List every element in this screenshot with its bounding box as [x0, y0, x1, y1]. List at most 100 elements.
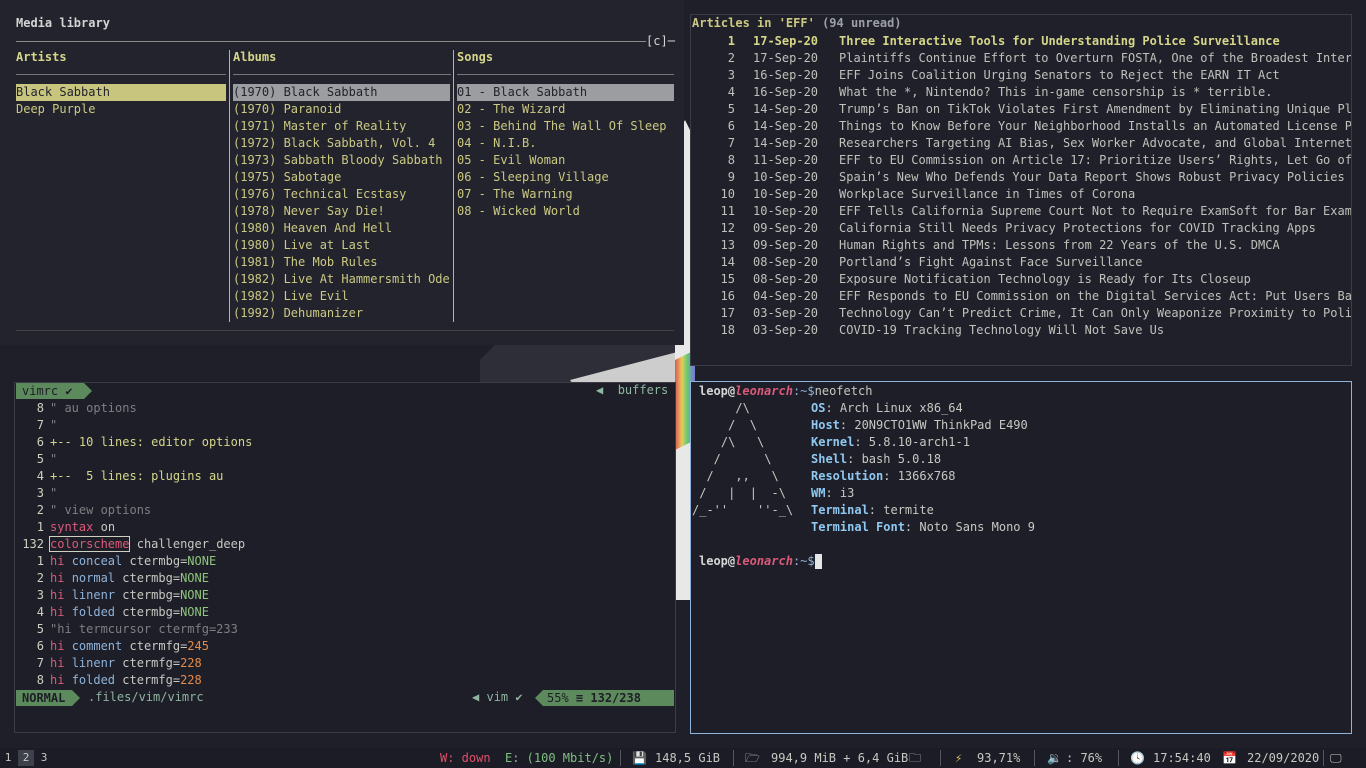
article-row[interactable]: 2 17-Sep-20 Plaintiffs Continue Effort to …	[691, 50, 1351, 67]
article-row[interactable]: 5 14-Sep-20 Trump’s Ban on TikTok Violates…	[691, 101, 1351, 118]
vim-line[interactable]: 1 hi conceal ctermbg=NONE	[14, 553, 674, 570]
article-row[interactable]: 13 09-Sep-20 Human Rights and TPMs: Lesson…	[691, 237, 1351, 254]
vim-token: NONE	[180, 605, 209, 619]
albums-list-item[interactable]: (1970) Black Sabbath	[233, 84, 450, 101]
article-row[interactable]: 15 08-Sep-20 Exposure Notification Technol…	[691, 271, 1351, 288]
vim-line[interactable]: 8 hi folded ctermfg=228	[14, 672, 674, 689]
article-title: Technology Can’t Predict Crime, It Can O…	[839, 306, 1351, 320]
vim-line[interactable]: 3 "	[14, 485, 674, 502]
songs-list-item[interactable]: 08 - Wicked World	[457, 203, 674, 220]
article-row[interactable]: 16 04-Sep-20 EFF Responds to EU Commission…	[691, 288, 1351, 305]
albums-list-item[interactable]: (1971) Master of Reality	[233, 118, 450, 135]
vim-line[interactable]: 7 hi linenr ctermfg=228	[14, 655, 674, 672]
article-row[interactable]: 1 17-Sep-20 Three Interactive Tools for Un…	[691, 33, 1351, 50]
article-date: 10-Sep-20	[753, 204, 819, 218]
neofetch-value: : 1366x768	[883, 469, 956, 483]
terminal-prompt-line[interactable]: leop@leonarch:~$	[699, 553, 822, 570]
vim-line[interactable]: 2 hi normal ctermbg=NONE	[14, 570, 674, 587]
article-row[interactable]: 3 16-Sep-20 EFF Joins Coalition Urging Sen…	[691, 67, 1351, 84]
vim-line-number: 3	[36, 486, 44, 500]
vim-line[interactable]: 4 +-- 5 lines: plugins au	[14, 468, 674, 485]
article-row[interactable]: 8 11-Sep-20 EFF to EU Commission on Articl…	[691, 152, 1351, 169]
speaker-icon[interactable]: 🔉	[1047, 750, 1062, 766]
article-row[interactable]: 18 03-Sep-20 COVID-19 Tracking Technology …	[691, 322, 1351, 339]
albums-list-item[interactable]: (1980) Heaven And Hell	[233, 220, 450, 237]
artists-list-item[interactable]: Black Sabbath	[16, 84, 226, 101]
albums-list-item[interactable]: (1982) Live At Hammersmith Odeo	[233, 271, 450, 288]
songs-list-item[interactable]: 05 - Evil Woman	[457, 152, 674, 169]
vim-filetype: ◀ vim ✔	[472, 690, 523, 704]
vim-buffers-indicator[interactable]: ◀ buffers	[596, 383, 668, 397]
albums-list-item[interactable]: (1982) Live Evil	[233, 288, 450, 305]
article-row[interactable]: 11 10-Sep-20 EFF Tells California Supreme …	[691, 203, 1351, 220]
neofetch-logo-line: / | | -\	[692, 486, 786, 500]
neofetch-value: : Arch Linux x86_64	[825, 401, 963, 415]
article-title: EFF Responds to EU Commission on the Dig…	[839, 289, 1351, 303]
media-library-tag: [c]─	[646, 34, 675, 48]
vim-token: folded	[71, 605, 116, 619]
volume-level: : 76%	[1066, 751, 1103, 765]
article-date: 16-Sep-20	[753, 85, 819, 99]
vim-line[interactable]: 5 "hi termcursor ctermfg=233	[14, 621, 674, 638]
vim-line-number: 2	[36, 503, 44, 517]
workspace-3[interactable]: 3	[36, 750, 52, 766]
clock-date: 22/09/2020	[1247, 751, 1320, 765]
vim-tab[interactable]: vimrc ✔	[16, 383, 84, 399]
article-row[interactable]: 7 14-Sep-20 Researchers Targeting AI Bias,…	[691, 135, 1351, 152]
songs-list-item[interactable]: 01 - Black Sabbath	[457, 84, 674, 101]
article-row[interactable]: 14 08-Sep-20 Portland’s Fight Against Face…	[691, 254, 1351, 271]
article-date: 09-Sep-20	[753, 238, 819, 252]
albums-list-item[interactable]: (1981) The Mob Rules	[233, 254, 450, 271]
workspace-2[interactable]: 2	[18, 750, 34, 766]
vim-editor-lines[interactable]: 8 " au options 7 " 6 +-- 10 lines: editor opt…	[14, 400, 674, 689]
neofetch-label: Resolution	[811, 469, 884, 483]
vim-line[interactable]: 4 hi folded ctermbg=NONE	[14, 604, 674, 621]
songs-header: Songs	[457, 50, 494, 64]
songs-list-item[interactable]: 06 - Sleeping Village	[457, 169, 674, 186]
vim-line[interactable]: 132 colorscheme challenger_deep	[14, 536, 674, 553]
vim-line[interactable]: 1 syntax on	[14, 519, 674, 536]
vim-line-number: 8	[36, 401, 44, 415]
albums-list-item[interactable]: (1978) Never Say Die!	[233, 203, 450, 220]
article-row[interactable]: 4 16-Sep-20 What the *, Nintendo? This in-…	[691, 84, 1351, 101]
vim-line[interactable]: 7 "	[14, 417, 674, 434]
vim-line[interactable]: 6 +-- 10 lines: editor options	[14, 434, 674, 451]
article-row[interactable]: 17 03-Sep-20 Technology Can’t Predict Crim…	[691, 305, 1351, 322]
vim-line-number: 6	[36, 435, 44, 449]
neofetch-logo-line: / \	[692, 418, 758, 432]
songs-list-item[interactable]: 07 - The Warning	[457, 186, 674, 203]
albums-list-item[interactable]: (1980) Live at Last	[233, 237, 450, 254]
article-row[interactable]: 6 14-Sep-20 Things to Know Before Your Nei…	[691, 118, 1351, 135]
media-library-bottom-rule	[16, 330, 674, 331]
albums-list-item[interactable]: (1970) Paranoid	[233, 101, 450, 118]
vim-token: NONE	[187, 554, 217, 568]
neofetch-label: WM	[811, 486, 826, 500]
albums-list-item[interactable]: (1992) Dehumanizer	[233, 305, 450, 322]
screens-icon[interactable]: 🖵	[1330, 750, 1342, 766]
songs-list-item[interactable]: 03 - Behind The Wall Of Sleep	[457, 118, 674, 135]
article-number: 16	[720, 289, 735, 303]
neofetch-logo: /\ / \ /\ \ / \ / ,, \ / | | -\ /_-'' ''-…	[692, 400, 793, 519]
vim-line[interactable]: 6 hi comment ctermfg=245	[14, 638, 674, 655]
neofetch-label: Kernel	[811, 435, 855, 449]
bar-separator	[940, 750, 941, 766]
vim-line[interactable]: 3 hi linenr ctermbg=NONE	[14, 587, 674, 604]
songs-list-item[interactable]: 02 - The Wizard	[457, 101, 674, 118]
artists-list: Black Sabbath Deep Purple	[16, 84, 226, 118]
vim-line[interactable]: 5 "	[14, 451, 674, 468]
newsreader-title: Articles in 'EFF' (94 unread)	[692, 16, 902, 30]
article-row[interactable]: 10 10-Sep-20 Workplace Surveillance in Tim…	[691, 186, 1351, 203]
artists-list-item[interactable]: Deep Purple	[16, 101, 226, 118]
albums-list-item[interactable]: (1976) Technical Ecstasy	[233, 186, 450, 203]
workspace-1[interactable]: 1	[0, 750, 16, 766]
songs-list-item[interactable]: 04 - N.I.B.	[457, 135, 674, 152]
article-row[interactable]: 9 10-Sep-20 Spain’s New Who Defends Your D…	[691, 169, 1351, 186]
vim-line[interactable]: 8 " au options	[14, 400, 674, 417]
vim-line[interactable]: 2 " view options	[14, 502, 674, 519]
albums-list-item[interactable]: (1975) Sabotage	[233, 169, 450, 186]
neofetch-logo-line: /_-'' ''-_\	[692, 503, 794, 517]
article-row[interactable]: 12 09-Sep-20 California Still Needs Privac…	[691, 220, 1351, 237]
article-number: 8	[727, 153, 735, 167]
albums-list-item[interactable]: (1973) Sabbath Bloody Sabbath	[233, 152, 450, 169]
albums-list-item[interactable]: (1972) Black Sabbath, Vol. 4	[233, 135, 450, 152]
